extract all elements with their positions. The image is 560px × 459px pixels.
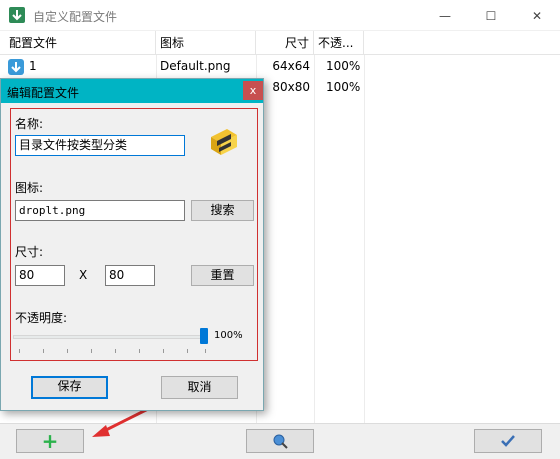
save-button[interactable]: 保存: [31, 376, 108, 399]
row-name: 1: [29, 59, 37, 73]
slider-tick: [19, 349, 20, 353]
row-icon-file: Default.png: [160, 59, 231, 73]
cancel-button[interactable]: 取消: [161, 376, 238, 399]
opacity-slider-thumb[interactable]: [200, 328, 208, 344]
search-button[interactable]: 搜索: [191, 200, 254, 221]
plus-icon: +: [41, 429, 59, 453]
column-header-icon[interactable]: 图标: [156, 31, 256, 55]
size-label: 尺寸:: [15, 245, 44, 259]
icon-file-input[interactable]: droplt.png: [15, 200, 185, 221]
reset-button[interactable]: 重置: [191, 265, 254, 286]
confirm-button[interactable]: [474, 429, 542, 453]
opacity-slider[interactable]: [13, 335, 201, 339]
dialog-title: 编辑配置文件: [7, 86, 80, 100]
bottom-toolbar: +: [0, 423, 560, 459]
maximize-button[interactable]: ☐: [468, 0, 514, 31]
title-bar: 自定义配置文件 — ☐ ✕: [0, 0, 560, 31]
slider-tick: [115, 349, 116, 353]
checkmark-icon: [501, 435, 515, 447]
window-title: 自定义配置文件: [33, 10, 118, 24]
search-globe-icon: [273, 434, 288, 449]
slider-tick: [163, 349, 164, 353]
close-button[interactable]: ✕: [514, 0, 560, 31]
download-icon: [7, 56, 27, 77]
list-row[interactable]: 1 Default.png 64x64 100%: [0, 56, 560, 77]
opacity-label: 不透明度:: [15, 311, 68, 325]
minimize-button[interactable]: —: [422, 0, 468, 31]
row-size: 80x80: [272, 80, 310, 94]
app-download-icon: [9, 7, 25, 23]
dialog-close-button[interactable]: x: [243, 81, 263, 100]
row-size: 64x64: [272, 59, 310, 73]
slider-tick: [205, 349, 206, 353]
grid-line: [314, 55, 315, 423]
column-header-opacity[interactable]: 不透...: [314, 31, 364, 55]
list-header: 配置文件 图标 尺寸 不透...: [0, 31, 560, 55]
name-input[interactable]: 目录文件按类型分类: [15, 135, 185, 156]
slider-tick: [139, 349, 140, 353]
preview-button[interactable]: [246, 429, 314, 453]
opacity-value: 100%: [214, 330, 243, 341]
grid-line: [364, 55, 365, 423]
slider-tick: [67, 349, 68, 353]
row-opacity: 100%: [326, 59, 361, 73]
dialog-title-bar: 编辑配置文件 x: [1, 79, 263, 103]
profile-logo-icon: [207, 127, 241, 162]
row-opacity: 100%: [326, 80, 361, 94]
add-button[interactable]: +: [16, 429, 84, 453]
column-header-size[interactable]: 尺寸: [256, 31, 314, 55]
times-label: X: [79, 268, 88, 282]
height-input[interactable]: 80: [105, 265, 155, 286]
column-header-profile[interactable]: 配置文件: [5, 31, 156, 55]
slider-tick: [187, 349, 188, 353]
slider-tick: [43, 349, 44, 353]
icon-label: 图标:: [15, 181, 44, 195]
profile-form-group: 名称: 目录文件按类型分类 图标: droplt.png 搜索 尺寸: 80 X…: [10, 108, 258, 361]
name-label: 名称:: [15, 117, 44, 131]
width-input[interactable]: 80: [15, 265, 65, 286]
edit-profile-dialog: 编辑配置文件 x 名称: 目录文件按类型分类 图标: droplt.png 搜索…: [0, 78, 264, 411]
slider-tick: [91, 349, 92, 353]
